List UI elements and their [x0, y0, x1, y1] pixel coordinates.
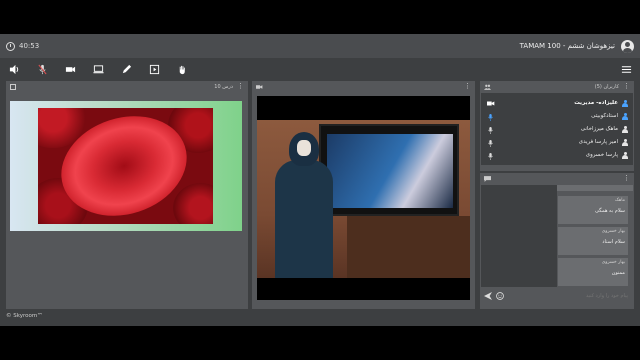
camera-icon — [487, 101, 495, 106]
user-row[interactable]: استادکوبیتی — [591, 110, 628, 122]
mic-icon — [488, 140, 493, 147]
user-icon — [622, 112, 628, 120]
slides-panel-header: درس 10 ⋮ — [6, 81, 248, 92]
pen-icon[interactable] — [120, 63, 132, 75]
chat-text: سلام به همگی — [595, 208, 625, 214]
more-options-icon[interactable]: ⋮ — [464, 83, 471, 90]
user-name: امیر پارسا فریدی — [578, 139, 618, 145]
teacher-figure — [275, 160, 333, 278]
chat-author: بهار خسروی — [601, 229, 625, 234]
mic-off-icon[interactable] — [36, 63, 48, 75]
send-icon[interactable] — [484, 292, 492, 300]
session-clock: 40:53 — [6, 41, 40, 51]
chat-message: بهار خسروی سلام استاد — [558, 227, 628, 255]
users-panel-header: کاربران (5) ⋮ — [480, 81, 634, 92]
chat-author: بهار خسروی — [601, 260, 625, 265]
video-panel-header: ⋮ — [252, 81, 475, 92]
brand-footer: © Skyroom™ — [6, 313, 43, 319]
chat-text: ممنون — [611, 270, 625, 276]
user-icon — [622, 138, 628, 146]
camera-icon — [256, 84, 263, 89]
chat-message: ماهک سلام به همگی — [558, 196, 628, 224]
teacher-video — [257, 120, 470, 278]
camera-icon[interactable] — [64, 63, 76, 75]
user-name: علیزاده- مدیریت — [574, 100, 618, 106]
raise-hand-icon[interactable] — [176, 63, 188, 75]
session-time: 40:53 — [19, 42, 40, 50]
more-options-icon[interactable]: ⋮ — [623, 83, 630, 90]
presentation-icon[interactable] — [148, 63, 160, 75]
bookshelf — [347, 216, 470, 278]
room-title: تیزهوشان ششم - TAMAM 100 — [519, 42, 615, 50]
chat-text: سلام استاد — [602, 239, 625, 245]
volume-icon[interactable] — [8, 63, 20, 75]
profile-icon[interactable] — [621, 39, 634, 53]
user-row[interactable]: ماهک میرزاخانی — [581, 123, 628, 135]
mic-icon — [488, 127, 493, 134]
mic-icon — [488, 153, 493, 160]
slides-panel-title: درس 10 — [214, 83, 233, 90]
chat-icon — [484, 175, 491, 182]
users-icon — [484, 84, 491, 90]
user-icon — [622, 99, 628, 107]
user-icon — [622, 151, 628, 159]
more-options-icon[interactable]: ⋮ — [623, 175, 630, 182]
menu-icon[interactable] — [620, 63, 632, 75]
user-name: ماهک میرزاخانی — [580, 126, 618, 132]
red-blood-cell-image — [38, 108, 213, 224]
chat-input[interactable] — [508, 293, 628, 299]
users-panel-title: کاربران (5) — [594, 83, 619, 90]
slides-panel-icon[interactable] — [10, 83, 16, 90]
user-row[interactable]: امیر پارسا فریدی — [579, 136, 628, 148]
more-options-icon[interactable]: ⋮ — [237, 83, 244, 90]
user-name: استادکوبیتی — [591, 113, 618, 119]
chat-message: بهار خسروی ممنون — [558, 258, 628, 286]
video-feed — [257, 96, 470, 300]
chat-left-area — [481, 185, 557, 287]
user-icon — [622, 125, 628, 133]
tv-screen — [319, 124, 459, 216]
screen-share-icon[interactable] — [92, 63, 104, 75]
user-name: پارسا خسروی — [585, 152, 618, 158]
chat-author: ماهک — [614, 198, 625, 203]
toolbar — [0, 58, 640, 80]
title-bar: 40:53 تیزهوشان ششم - TAMAM 100 — [0, 34, 640, 58]
chat-panel-header: ⋮ — [480, 173, 634, 184]
mic-icon — [488, 114, 493, 121]
emoji-icon[interactable] — [496, 292, 504, 300]
slide-content — [10, 101, 242, 231]
chat-input-bar — [481, 290, 631, 302]
user-row[interactable]: پارسا خسروی — [586, 149, 628, 161]
user-row[interactable]: علیزاده- مدیریت — [574, 97, 628, 109]
clock-icon — [6, 41, 15, 51]
